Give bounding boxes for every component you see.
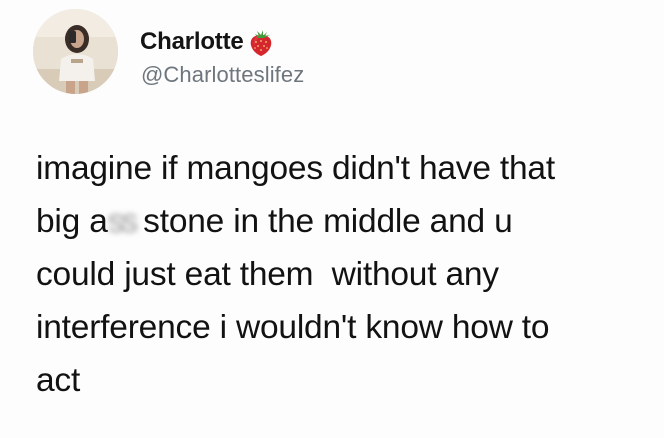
strawberry-icon	[246, 27, 276, 57]
tweet-line-segment: big a	[36, 203, 108, 240]
tweet-text: imagine if mangoes didn't have that big …	[36, 142, 646, 407]
avatar-photo	[33, 9, 118, 94]
avatar[interactable]	[33, 9, 118, 94]
tweet-card: Charlotte @Charlotteslifez imagine if ma…	[0, 0, 664, 438]
censored-word: ss	[107, 203, 138, 240]
display-name-row[interactable]: Charlotte	[140, 27, 276, 57]
tweet-line: big ass stone in the middle and u	[36, 195, 646, 248]
tweet-line: could just eat them without any	[36, 256, 499, 293]
tweet-line: act	[36, 362, 81, 399]
tweet-line-segment: stone in the middle and u	[143, 203, 513, 240]
display-name[interactable]: Charlotte	[140, 28, 244, 56]
user-handle[interactable]: @Charlotteslifez	[141, 62, 304, 88]
tweet-line: interference i wouldn't know how to	[36, 309, 550, 346]
tweet-line: imagine if mangoes didn't have that	[36, 150, 555, 187]
